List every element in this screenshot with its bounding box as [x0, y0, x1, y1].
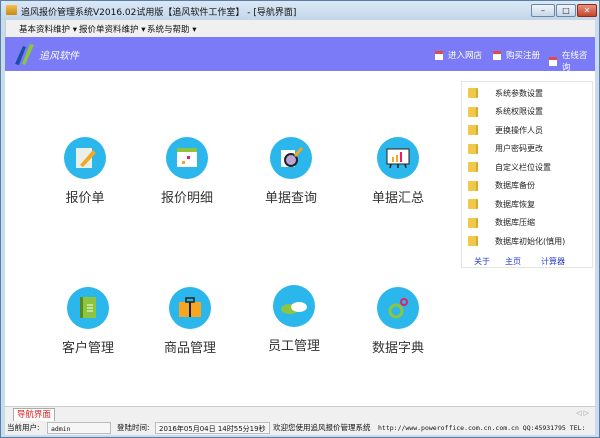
settings-item-system-params[interactable]: 系统参数设置: [468, 86, 543, 100]
briefcase-icon: [169, 287, 211, 329]
menu-bar: 基本资料维护 ▾ 报价单资料维护 ▾ 系统与帮助 ▾: [5, 20, 595, 37]
settings-item-db-compress[interactable]: 数据库压缩: [468, 216, 535, 230]
user-label: 当前用户:: [7, 423, 40, 432]
link-label: 在线咨询: [561, 51, 588, 73]
rings-icon: [377, 287, 419, 329]
login-label: 登陆时间:: [117, 423, 150, 432]
calendar-icon: [549, 56, 557, 66]
folder-icon: [468, 125, 478, 135]
tile-label: 报价明细: [160, 191, 213, 206]
menu-quote-data[interactable]: 报价单资料维护 ▾: [79, 23, 145, 35]
tile-quote[interactable]: 报价单: [40, 137, 130, 206]
maximize-button[interactable]: □: [556, 4, 576, 17]
tile-product-management[interactable]: 商品管理: [145, 287, 235, 356]
link-online-store[interactable]: 进入网店: [435, 49, 482, 61]
calendar-icon: [435, 50, 443, 60]
contact-info: http://www.poweroffice.com.cn.com.cn QQ:…: [378, 424, 585, 432]
tile-label: 数据字典: [371, 341, 424, 356]
item-label: 用户密码更改: [495, 144, 543, 153]
minimize-button[interactable]: –: [531, 4, 555, 17]
login-time: 2016年05月04日 14时55分19秒: [155, 422, 270, 434]
folder-icon: [468, 180, 478, 191]
current-user: admin: [47, 422, 111, 434]
settings-item-db-init[interactable]: 数据库初始化(慎用): [468, 234, 565, 248]
link-calculator[interactable]: 计算器: [541, 256, 565, 267]
tile-label: 单据汇总: [371, 191, 424, 206]
app-icon: [6, 5, 17, 15]
menu-basic-data[interactable]: 基本资料维护 ▾: [19, 23, 77, 35]
tab-strip: 导航界面 ◁ ▷: [5, 406, 595, 422]
tile-quote-detail[interactable]: 报价明细: [142, 137, 232, 206]
tile-employee-management[interactable]: 员工管理: [249, 285, 339, 354]
settings-item-permissions[interactable]: 系统权限设置: [468, 105, 543, 119]
menu-system-help[interactable]: 系统与帮助 ▾: [147, 23, 196, 35]
navigation-panel: 报价单 报价明细 单据查询 单据汇总 客户管理 商品管理 员工管理 数据字典 系…: [5, 71, 595, 406]
welcome-text: 欢迎您使用追风报价管理系统: [273, 423, 371, 432]
tab-navigation[interactable]: 导航界面: [13, 408, 56, 422]
item-label: 数据库备份: [495, 181, 535, 190]
settings-item-custom-fields[interactable]: 自定义栏位设置: [468, 160, 551, 174]
status-bar: 当前用户: admin 登陆时间: 2016年05月04日 14时55分19秒 …: [5, 421, 595, 435]
folder-icon: [468, 236, 478, 246]
item-label: 系统参数设置: [495, 88, 543, 98]
settings-item-db-backup[interactable]: 数据库备份: [468, 179, 535, 193]
settings-item-switch-operator[interactable]: 更换操作人员: [468, 123, 543, 137]
tile-label: 单据查询: [264, 191, 317, 206]
system-settings-panel: 系统参数设置 系统权限设置 更换操作人员 用户密码更改 自定义栏位设置 数据库备…: [461, 81, 593, 268]
link-label: 购买注册: [506, 51, 541, 61]
brand-name: 追风软件: [39, 51, 79, 62]
notebook-icon: [67, 287, 109, 329]
banner: 追风软件 进入网店 购买注册 在线咨询: [5, 37, 595, 73]
tab-scroll-arrows[interactable]: ◁ ▷: [576, 409, 589, 417]
calendar-icon: [166, 137, 208, 179]
link-purchase-register[interactable]: 购买注册: [493, 49, 540, 61]
tile-document-summary[interactable]: 单据汇总: [353, 137, 443, 206]
item-label: 数据库压缩: [495, 218, 535, 227]
app-window: 追风报价管理系统V2016.02试用版【追风软件工作室】 - [导航界面] – …: [0, 0, 600, 438]
item-label: 数据库恢复: [495, 199, 535, 209]
folder-icon: [468, 106, 478, 117]
folder-icon: [468, 88, 478, 98]
cloud-icon: [273, 285, 315, 327]
item-label: 更换操作人员: [495, 125, 543, 135]
title-bar: 追风报价管理系统V2016.02试用版【追风软件工作室】 - [导航界面] – …: [1, 1, 599, 20]
link-about[interactable]: 关于: [474, 256, 490, 267]
logo-icon: [15, 44, 34, 65]
link-online-consult[interactable]: 在线咨询: [549, 49, 595, 73]
folder-icon: [468, 199, 478, 209]
link-label: 进入网店: [448, 51, 483, 61]
settings-item-change-password[interactable]: 用户密码更改: [468, 142, 543, 156]
folder-icon: [468, 143, 478, 154]
tile-document-query[interactable]: 单据查询: [246, 137, 336, 206]
item-label: 数据库初始化(慎用): [495, 236, 566, 246]
item-label: 系统权限设置: [495, 107, 543, 116]
tile-label: 报价单: [65, 191, 105, 206]
magnifier-icon: [270, 137, 312, 179]
tile-label: 商品管理: [163, 341, 216, 356]
chart-board-icon: [377, 137, 419, 179]
link-homepage[interactable]: 主页: [505, 256, 521, 267]
folder-icon: [468, 162, 478, 172]
close-button[interactable]: ✕: [577, 4, 597, 17]
item-label: 自定义栏位设置: [495, 162, 551, 172]
folder-icon: [468, 217, 478, 228]
tile-label: 客户管理: [61, 341, 114, 356]
tile-data-dictionary[interactable]: 数据字典: [353, 287, 443, 356]
settings-item-db-restore[interactable]: 数据库恢复: [468, 197, 535, 211]
calendar-icon: [493, 50, 501, 60]
window-title: 追风报价管理系统V2016.02试用版【追风软件工作室】 - [导航界面]: [21, 8, 297, 18]
tile-label: 员工管理: [267, 339, 320, 354]
tile-customer-management[interactable]: 客户管理: [43, 287, 133, 356]
pencil-document-icon: [64, 137, 106, 179]
